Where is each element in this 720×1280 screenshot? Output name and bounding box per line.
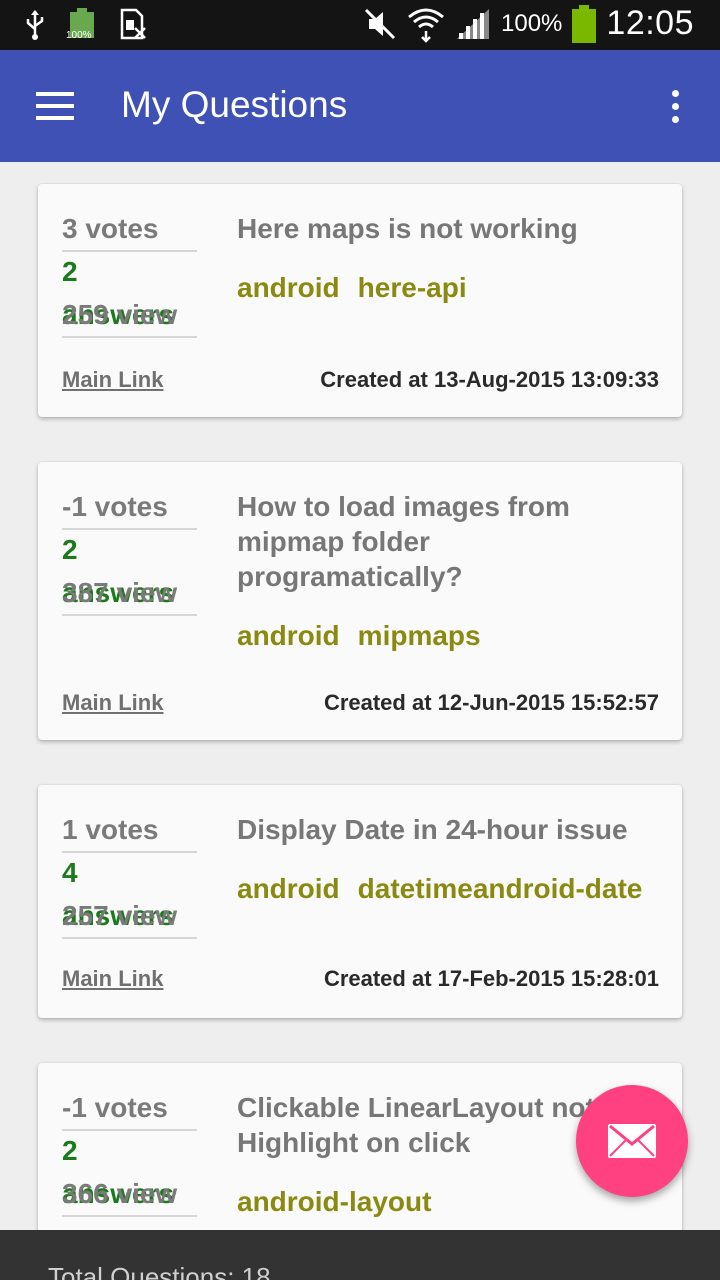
created-timestamp: Created at 13-Aug-2015 13:09:33 <box>320 367 659 392</box>
tag-list: android mipmaps <box>237 620 481 652</box>
tag[interactable]: mipmaps <box>358 620 481 652</box>
mute-icon <box>364 8 396 39</box>
battery-percent: 100% <box>501 9 563 37</box>
views-count: 366 view <box>62 1178 178 1209</box>
battery-small-icon: 100% <box>66 8 96 42</box>
usb-icon <box>26 10 44 40</box>
question-card[interactable]: -1 votes 2 answers 387 view How to load … <box>38 462 682 740</box>
votes-count: -1 votes <box>62 485 197 530</box>
question-title[interactable]: Display Date in 24-hour issue <box>237 812 657 847</box>
tag-list: android-layout <box>237 1186 431 1218</box>
clock: 12:05 <box>606 4 694 42</box>
created-timestamp: Created at 17-Feb-2015 15:28:01 <box>323 966 659 991</box>
total-questions-label: Total Questions: 18 <box>48 1262 271 1280</box>
tag[interactable]: android-layout <box>237 1186 431 1218</box>
compose-fab[interactable] <box>576 1085 688 1197</box>
created-timestamp: Created at 12-Jun-2015 15:52:57 <box>323 690 659 715</box>
tag[interactable]: datetimeandroid-date <box>358 873 643 905</box>
page-title: My Questions <box>121 84 348 125</box>
question-title[interactable]: How to load images from mipmap folder pr… <box>237 489 657 594</box>
question-title[interactable]: Here maps is not working <box>237 211 657 246</box>
tag[interactable]: here-api <box>358 272 467 304</box>
question-card[interactable]: 3 votes 2 answers 259 view Here maps is … <box>38 184 682 417</box>
tag[interactable]: android <box>237 620 340 652</box>
main-link[interactable]: Main Link <box>62 966 163 992</box>
app-toolbar: My Questions <box>0 50 720 162</box>
question-list[interactable]: 3 votes 2 answers 259 view Here maps is … <box>0 162 720 1230</box>
email-icon <box>608 1124 656 1158</box>
main-link[interactable]: Main Link <box>62 367 163 393</box>
status-bar: 100% 100% 12:05 <box>0 0 720 50</box>
views-count: 387 view <box>62 577 178 608</box>
footer-bar: Total Questions: 18 <box>0 1230 720 1280</box>
wifi-icon <box>408 8 444 43</box>
battery-icon <box>572 4 597 43</box>
hamburger-menu-icon[interactable] <box>36 92 76 120</box>
tag[interactable]: android <box>237 873 340 905</box>
sim-blocked-icon <box>120 8 146 40</box>
votes-count: 3 votes <box>62 207 197 252</box>
question-card[interactable]: 1 votes 4 answers 257 view Display Date … <box>38 785 682 1018</box>
tag-list: android here-api <box>237 272 467 304</box>
views-count: 257 view <box>62 900 178 931</box>
main-link[interactable]: Main Link <box>62 690 163 716</box>
views-count: 259 view <box>62 299 178 330</box>
more-vert-icon[interactable] <box>664 86 688 126</box>
votes-count: 1 votes <box>62 808 197 853</box>
signal-icon <box>457 8 490 39</box>
tag[interactable]: android <box>237 272 340 304</box>
battery-small-label: 100% <box>66 30 92 41</box>
votes-count: -1 votes <box>62 1086 197 1131</box>
tag-list: android datetimeandroid-date <box>237 873 642 905</box>
